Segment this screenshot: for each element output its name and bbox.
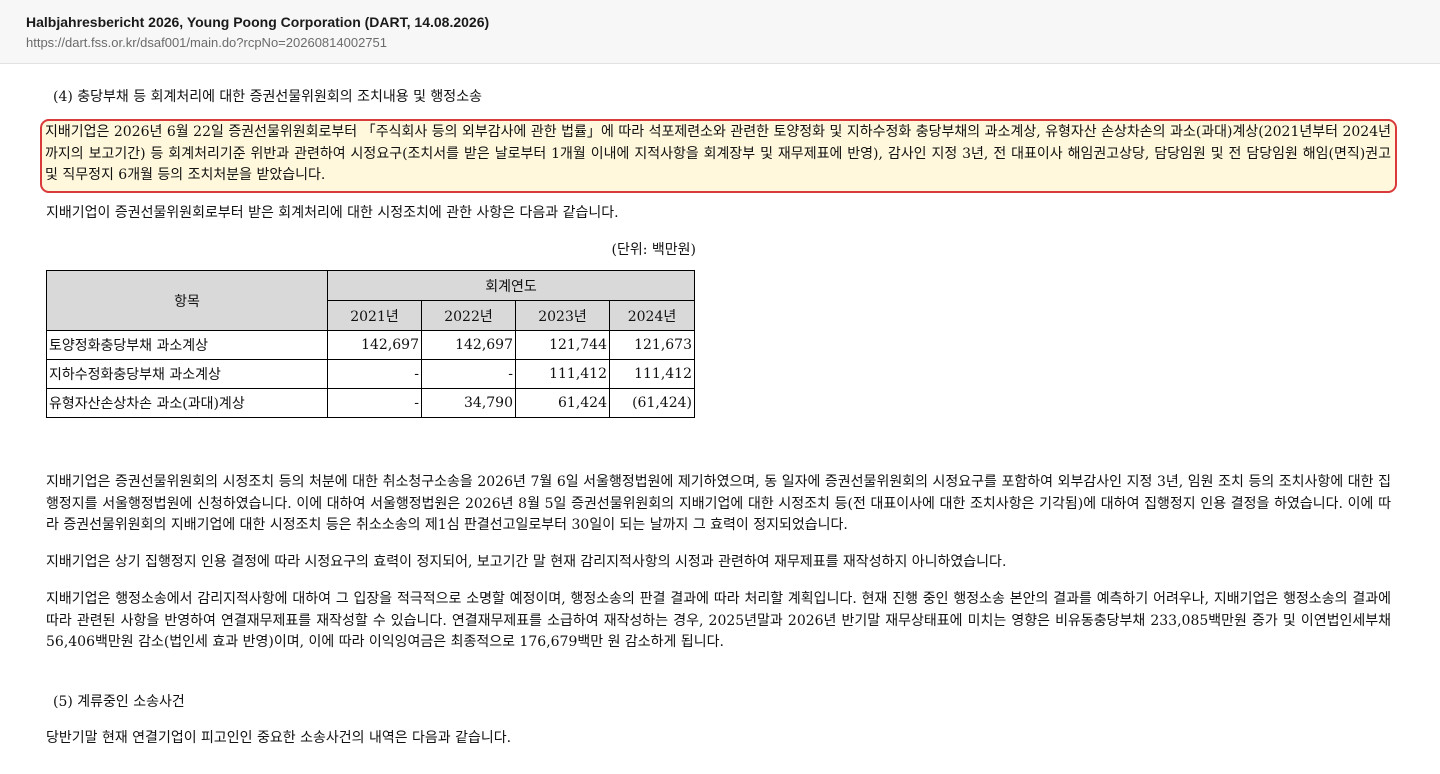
table-cell: - [327, 388, 422, 418]
row-label: 유형자산손상차손 과소(과대)계상 [46, 388, 328, 418]
table-header-item: 항목 [46, 270, 328, 331]
document-header: Halbjahresbericht 2026, Young Poong Corp… [0, 0, 1440, 64]
table-cell: 34,790 [421, 388, 516, 418]
table-cell: - [421, 359, 516, 389]
table-cell: (61,424) [609, 388, 695, 418]
litigation-paragraph: 지배기업은 증권선물위원회의 시정조치 등의 처분에 대한 취소청구소송을 20… [46, 474, 1391, 533]
row-label: 토양정화충당부채 과소계상 [46, 330, 328, 360]
table-cell: - [327, 359, 422, 389]
correction-table: 항목 회계연도 2021년 2022년 2023년 2024년 토양정화충당부채… [46, 270, 695, 418]
section-5-sentence: 당반기말 현재 연결기업이 피고인인 중요한 소송사건의 내역은 다음과 같습니… [46, 730, 512, 746]
highlighted-paragraph: 지배기업은 2026년 6월 22일 증권선물위원회로부터 「주식회사 등의 외… [40, 119, 1397, 193]
section-5-heading: (5) 계류중인 소송사건 [53, 694, 185, 710]
table-header-year: 2024년 [609, 300, 695, 331]
table-cell: 142,697 [421, 330, 516, 360]
table-header-year: 2022년 [421, 300, 516, 331]
table-row: 토양정화충당부채 과소계상 142,697 142,697 121,744 12… [46, 330, 695, 360]
table-cell: 142,697 [327, 330, 422, 360]
outlook-paragraph: 지배기업은 행정소송에서 감리지적사항에 대하여 그 입장을 적극적으로 소명할… [46, 591, 1391, 650]
document-url[interactable]: https://dart.fss.or.kr/dsaf001/main.do?r… [26, 33, 1414, 53]
table-header-year: 2021년 [327, 300, 422, 331]
table-cell: 61,424 [515, 388, 610, 418]
table-cell: 121,744 [515, 330, 610, 360]
section-4-heading: (4) 충당부채 등 회계처리에 대한 증권선물위원회의 조치내용 및 행정소송 [53, 89, 482, 105]
table-header-fiscal-year: 회계연도 [327, 270, 695, 301]
table-header-year: 2023년 [515, 300, 610, 331]
unit-label: (단위: 백만원) [611, 242, 697, 258]
table-cell: 111,412 [609, 359, 695, 389]
table-cell: 121,673 [609, 330, 695, 360]
row-label: 지하수정화충당부채 과소계상 [46, 359, 328, 389]
table-cell: 111,412 [515, 359, 610, 389]
no-restatement-paragraph: 지배기업은 상기 집행정지 인용 결정에 따라 시정요구의 효력이 정지되어, … [46, 554, 1007, 570]
table-row: 지하수정화충당부채 과소계상 - - 111,412 111,412 [46, 359, 695, 389]
intro-sentence: 지배기업이 증권선물위원회로부터 받은 회계처리에 대한 시정조치에 관한 사항… [46, 205, 619, 221]
document-title: Halbjahresbericht 2026, Young Poong Corp… [26, 14, 490, 30]
table-row: 유형자산손상차손 과소(과대)계상 - 34,790 61,424 (61,42… [46, 388, 695, 418]
